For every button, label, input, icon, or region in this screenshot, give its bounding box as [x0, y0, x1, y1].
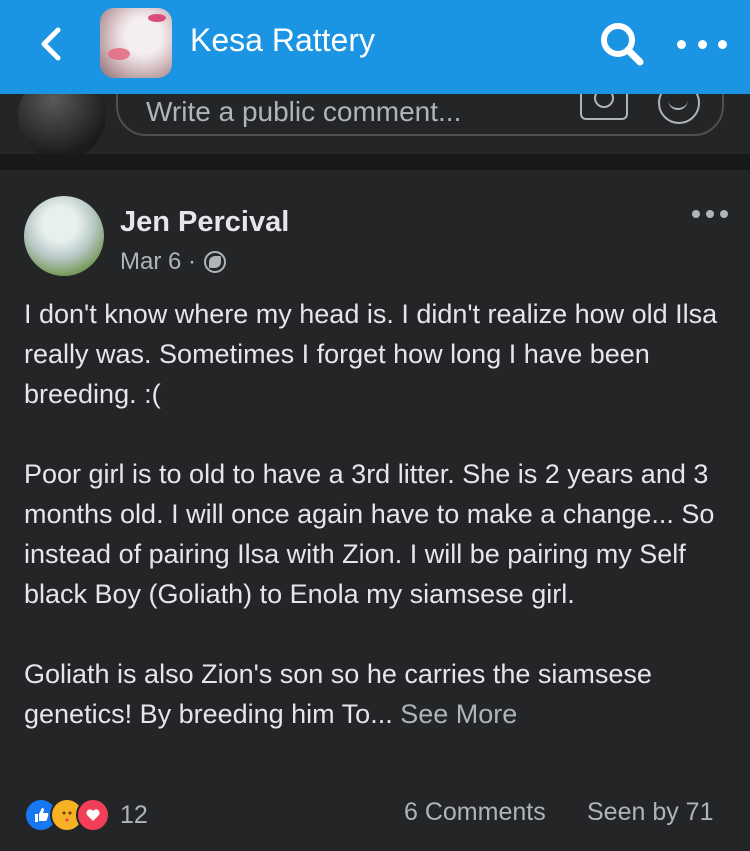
- comments-count[interactable]: 6 Comments: [404, 798, 546, 827]
- reactions-summary[interactable]: 12: [24, 798, 148, 832]
- comment-placeholder: Write a public comment...: [146, 96, 462, 127]
- post-paragraph: I don't know where my head is. I didn't …: [24, 299, 718, 409]
- reaction-count: 12: [120, 800, 148, 829]
- top-bar: Kesa Rattery: [0, 0, 750, 94]
- post-meta: Mar 6 ·: [120, 248, 227, 276]
- globe-icon: [204, 251, 227, 273]
- seen-by[interactable]: Seen by 71: [587, 798, 714, 827]
- post-footer: 12 6 Comments Seen by 71: [24, 798, 729, 834]
- see-more-link[interactable]: See More: [400, 699, 517, 729]
- emoji-icon[interactable]: [658, 94, 700, 124]
- comment-composer: Write a public comment...: [0, 94, 750, 154]
- post-body: I don't know where my head is. I didn't …: [24, 294, 729, 734]
- author-avatar[interactable]: [24, 196, 104, 276]
- more-dots-icon: [677, 39, 686, 49]
- love-icon: [76, 798, 110, 832]
- post-date[interactable]: Mar 6 ·: [120, 248, 196, 276]
- my-avatar: [18, 94, 106, 154]
- search-icon: [601, 23, 644, 66]
- divider: [0, 154, 750, 170]
- more-button[interactable]: [677, 26, 727, 62]
- more-dots-icon: [692, 210, 700, 218]
- search-button[interactable]: [598, 20, 646, 68]
- group-avatar[interactable]: [100, 8, 172, 78]
- post-options-button[interactable]: [692, 210, 728, 222]
- comment-input[interactable]: Write a public comment...: [116, 94, 724, 136]
- author-name[interactable]: Jen Percival: [120, 206, 289, 239]
- group-title[interactable]: Kesa Rattery: [190, 22, 375, 59]
- chevron-left-icon: [41, 27, 61, 61]
- back-button[interactable]: [30, 24, 70, 64]
- camera-icon[interactable]: [580, 94, 628, 120]
- post-card: Jen Percival Mar 6 · I don't know where …: [0, 170, 750, 851]
- post-paragraph: Goliath is also Zion's son so he carries…: [24, 659, 652, 729]
- post-paragraph: Poor girl is to old to have a 3rd litter…: [24, 459, 715, 609]
